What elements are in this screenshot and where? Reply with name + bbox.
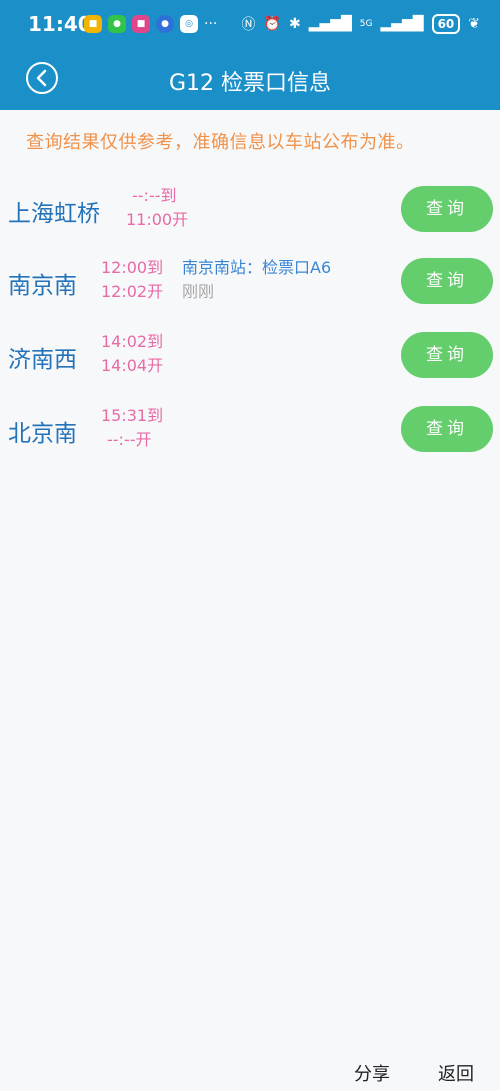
disclaimer-notice: 查询结果仅供参考，准确信息以车站公布为准。	[26, 132, 415, 153]
departure-time: --:--开	[107, 430, 152, 449]
nfc-icon: Ⓝ	[241, 17, 256, 33]
query-button[interactable]: 查询	[401, 332, 493, 378]
station-name: 北京南	[8, 421, 77, 447]
signal-icon: ▂▄▆█	[308, 16, 352, 32]
query-button[interactable]: 查询	[401, 258, 493, 304]
departure-time: 12:02开	[101, 282, 164, 301]
station-name: 南京南	[8, 273, 77, 299]
station-times: --:--到 11:00开	[126, 184, 188, 232]
return-button[interactable]: 返回	[438, 1060, 474, 1086]
gate-info: 南京南站：检票口A6 刚刚	[182, 256, 331, 304]
battery-icon: 60	[431, 14, 461, 34]
station-row: 济南西 14:02到 14:04开 查询	[0, 330, 500, 390]
arrival-time: --:--到	[132, 186, 177, 205]
station-row: 北京南 15:31到 --:--开 查询	[0, 404, 500, 464]
arrival-time: 15:31到	[101, 406, 164, 425]
station-times: 15:31到 --:--开	[101, 404, 163, 452]
share-button[interactable]: 分享	[354, 1060, 390, 1086]
departure-time: 14:04开	[101, 356, 164, 375]
departure-time: 11:00开	[126, 210, 189, 229]
station-name: 济南西	[8, 347, 77, 373]
page-title: G12 检票口信息	[168, 71, 332, 96]
query-button[interactable]: 查询	[401, 186, 493, 232]
station-name: 上海虹桥	[8, 201, 100, 227]
alarm-icon: ⏰	[263, 16, 281, 32]
update-time: 刚刚	[182, 282, 215, 301]
clock: 11:40	[28, 12, 92, 36]
station-times: 12:00到 12:02开	[101, 256, 163, 304]
bluetooth-icon: ✱	[288, 16, 301, 32]
footer-bar: 分享 返回	[0, 1050, 500, 1091]
station-row: 上海虹桥 --:--到 11:00开 查询	[0, 184, 500, 244]
arrival-time: 14:02到	[101, 332, 164, 351]
more-notifications-icon: ···	[204, 16, 218, 32]
station-times: 14:02到 14:04开	[101, 330, 163, 378]
wechat-icon: ●	[108, 15, 126, 33]
app-header: G12 检票口信息	[0, 50, 500, 110]
signal-icon: ▂▄▆█	[380, 16, 424, 32]
app-notification-icon: ■	[132, 15, 150, 33]
station-row: 南京南 12:00到 12:02开 南京南站：检票口A6 刚刚 查询	[0, 256, 500, 316]
app-notification-icon: ■	[84, 15, 102, 33]
network-type: 5G	[359, 19, 373, 29]
leaf-icon: ❦	[468, 16, 480, 32]
query-button[interactable]: 查询	[401, 406, 493, 452]
app-notification-icon: ●	[156, 15, 174, 33]
status-bar: 11:40 ■ ● ■ ● ◎ ··· Ⓝ ⏰ ✱ ▂▄▆█ 5G ▂▄▆█ 6…	[0, 0, 500, 50]
notification-icons: ■ ● ■ ● ◎ ···	[84, 15, 217, 33]
app-notification-icon: ◎	[180, 15, 198, 33]
gate-label: 南京南站：检票口A6	[182, 258, 332, 277]
arrival-time: 12:00到	[101, 258, 164, 277]
status-indicators: Ⓝ ⏰ ✱ ▂▄▆█ 5G ▂▄▆█ 60 ❦	[242, 14, 480, 34]
